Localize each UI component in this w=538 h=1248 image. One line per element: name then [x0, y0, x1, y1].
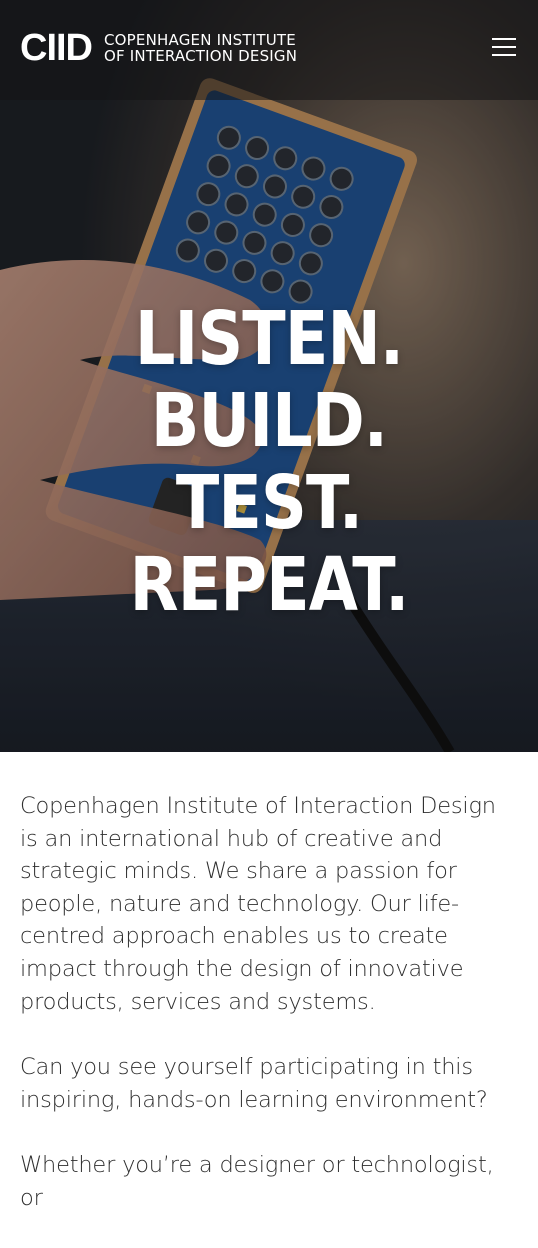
hero-headline-line1: LISTEN. BUILD. [134, 296, 404, 464]
question-paragraph: Can you see yourself participating in th… [20, 1054, 488, 1113]
hero-banner: CIID COPENHAGEN INSTITUTE OF INTERACTION… [0, 0, 538, 752]
intro-content: Copenhagen Institute of Interaction Desi… [20, 790, 518, 1248]
site-header: CIID COPENHAGEN INSTITUTE OF INTERACTION… [0, 0, 538, 100]
hero-headline: LISTEN. BUILD. TEST. REPEAT. [38, 298, 501, 626]
ciid-logo[interactable]: CIID COPENHAGEN INSTITUTE OF INTERACTION… [20, 27, 297, 69]
intro-paragraph: Copenhagen Institute of Interaction Desi… [20, 793, 496, 1015]
logo-text-line2: OF INTERACTION DESIGN [104, 47, 298, 65]
audience-paragraph: Whether you’re a designer or technologis… [20, 1152, 494, 1211]
hero-headline-line2: TEST. REPEAT. [129, 460, 410, 628]
logo-text-line1: COPENHAGEN INSTITUTE [104, 31, 296, 49]
hamburger-menu-icon[interactable] [490, 34, 518, 60]
logo-text: COPENHAGEN INSTITUTE OF INTERACTION DESI… [104, 32, 297, 64]
logo-mark: CIID [20, 27, 93, 69]
